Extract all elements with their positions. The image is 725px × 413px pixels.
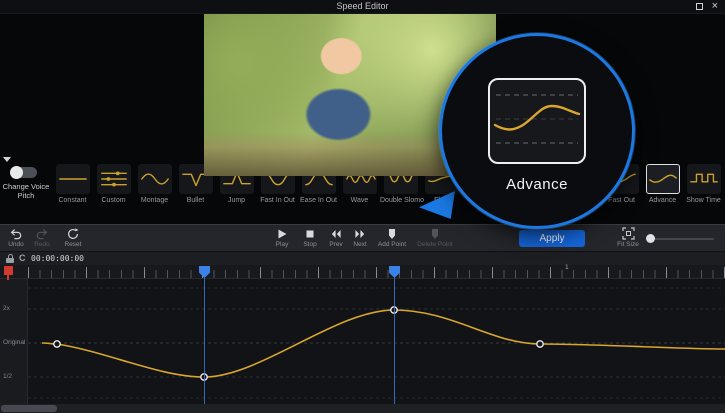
collapse-panel-arrow-icon[interactable] [3, 157, 11, 162]
close-icon[interactable]: × [712, 0, 718, 13]
preset-label: Montage [134, 197, 175, 204]
axis-label-original: Original [3, 339, 25, 346]
speed-editor-window: Speed Editor × Change Voice Pitch Consta… [0, 0, 725, 413]
speed-curve-plot [28, 278, 725, 404]
reset-button[interactable]: Reset [60, 227, 86, 248]
ruler-second-label: 1 [565, 264, 569, 271]
curve-tool-icon[interactable]: C [19, 253, 26, 263]
horizontal-scrollbar-track[interactable] [0, 404, 725, 413]
preset-label: Bullet [175, 197, 216, 204]
stop-button[interactable]: Stop [298, 227, 322, 248]
play-icon [270, 227, 294, 240]
preset-montage[interactable]: Montage [134, 164, 175, 216]
fit-size-icon [614, 227, 642, 240]
add-point-icon [374, 227, 410, 240]
zoom-slider-knob[interactable] [646, 234, 655, 243]
prev-icon [324, 227, 348, 240]
preset-label: Ease In Out [298, 197, 339, 204]
axis-label-half: 1/2 [3, 373, 12, 380]
advance-zoomed-thumbnail [488, 78, 586, 164]
undo-button[interactable]: Undo [4, 227, 28, 248]
playhead-marker[interactable] [4, 266, 13, 275]
reset-icon [60, 227, 86, 240]
apply-button[interactable]: Apply [519, 230, 585, 247]
prev-button[interactable]: Prev [324, 227, 348, 248]
preset-label: Show Time [683, 197, 724, 204]
curve-control-point-4[interactable] [537, 341, 543, 347]
delete-point-icon [412, 227, 458, 240]
custom-sliders-icon [97, 164, 131, 194]
preset-label: Fast In Out [257, 197, 298, 204]
maximize-icon[interactable] [696, 3, 703, 10]
curve-control-point-1[interactable] [54, 341, 60, 347]
preset-advance[interactable]: Advance [642, 164, 683, 216]
constant-curve-icon [56, 164, 90, 194]
preset-label: Custom [93, 197, 134, 204]
preset-label: Wave [339, 197, 380, 204]
next-icon [348, 227, 372, 240]
fit-size-button[interactable]: Fit Size [614, 227, 642, 248]
preset-label: Constant [52, 197, 93, 204]
keyframe-line-2 [394, 278, 395, 404]
toggle-knob [10, 166, 23, 179]
preset-label: Advance [642, 197, 683, 204]
stop-icon [298, 227, 322, 240]
montage-curve-icon [138, 164, 172, 194]
magnifier-preset-name: Advance [442, 176, 632, 193]
horizontal-scrollbar-thumb[interactable] [1, 405, 57, 412]
zoom-slider-track[interactable] [650, 238, 714, 240]
ruler-major-ticks [28, 267, 725, 278]
voice-pitch-toggle[interactable] [11, 167, 37, 178]
show-time-curve-icon [687, 164, 721, 194]
keyframe-line-1 [204, 278, 205, 404]
preset-constant[interactable]: Constant [52, 164, 93, 216]
magnifier-callout: Advance [439, 33, 635, 229]
timecode-display: 00:00:00:00 [31, 254, 84, 263]
preset-label: Double Slomo [380, 197, 421, 204]
redo-button[interactable]: Redo [30, 227, 54, 248]
window-title: Speed Editor [0, 1, 725, 11]
play-button[interactable]: Play [270, 227, 294, 248]
axis-label-2x: 2x [3, 305, 10, 312]
playhead-tail [7, 275, 9, 280]
lock-icon-body [6, 258, 14, 263]
titlebar: Speed Editor × [0, 0, 725, 14]
voice-pitch-label: Change Voice Pitch [0, 182, 52, 200]
redo-icon [30, 227, 54, 240]
delete-point-button[interactable]: Delete Point [412, 227, 458, 248]
advance-curve-icon [646, 164, 680, 194]
toolbar: Undo Redo Reset Play Stop Prev Next Add [0, 224, 725, 252]
undo-icon [4, 227, 28, 240]
preset-label: Jump [216, 197, 257, 204]
timeline-header-row [0, 252, 725, 265]
preset-show-time[interactable]: Show Time [683, 164, 724, 216]
add-point-button[interactable]: Add Point [374, 227, 410, 248]
preset-custom[interactable]: Custom [93, 164, 134, 216]
next-button[interactable]: Next [348, 227, 372, 248]
